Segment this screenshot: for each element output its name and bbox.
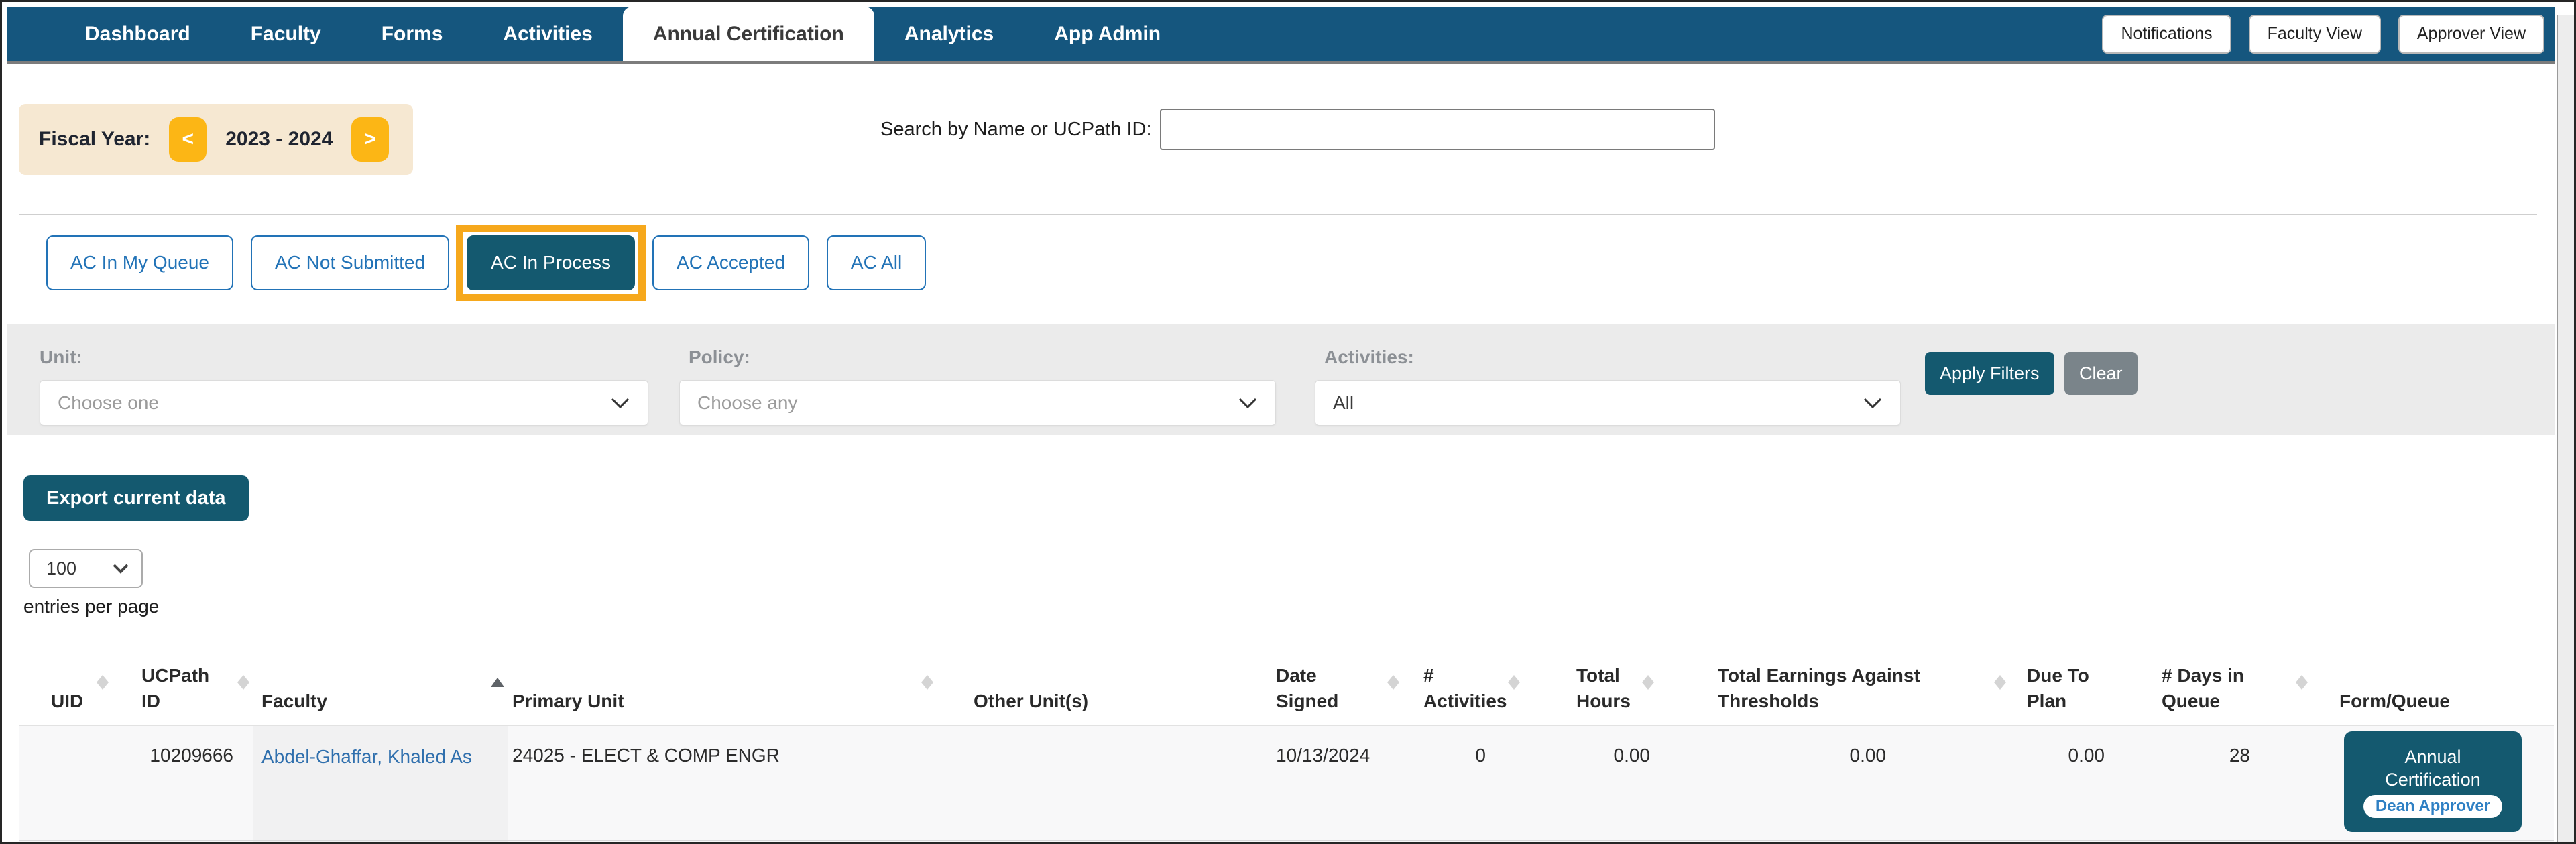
top-navigation: Dashboard Faculty Forms Activities Annua… [7,7,2555,64]
column-header-num-activities[interactable]: #Activities [1403,640,1524,725]
search-bar: Search by Name or UCPath ID: [880,109,1715,150]
search-input[interactable] [1160,109,1715,150]
unit-select-value: Choose one [58,392,159,414]
search-label: Search by Name or UCPath ID: [880,119,1152,141]
sort-both-icon[interactable] [921,675,933,690]
section-divider [19,214,2537,215]
cell-date-signed: 10/13/2024 [1249,726,1403,840]
column-header-ucpath-id[interactable]: UCPathID [113,640,253,725]
status-filter-tabs: AC In My Queue AC Not Submitted AC In Pr… [46,235,926,290]
cell-primary-unit: 24025 - ELECT & COMP ENGR [508,726,937,840]
sort-both-icon[interactable] [1508,675,1520,690]
column-header-days-in-queue[interactable]: # Days inQueue [2124,640,2312,725]
next-year-button[interactable]: > [351,117,389,162]
column-header-due-to-plan: Due ToPlan [2010,640,2124,725]
sort-both-icon[interactable] [237,675,249,690]
cell-due-to-plan: 0.00 [2010,726,2124,840]
policy-select[interactable]: Choose any [679,380,1276,426]
cell-total-hours: 0.00 [1524,726,1658,840]
cell-uid [19,726,113,840]
export-current-data-button[interactable]: Export current data [23,475,249,521]
nav-tab-analytics[interactable]: Analytics [874,7,1024,61]
column-header-uid[interactable]: UID [19,640,113,725]
column-header-primary-unit[interactable]: Primary Unit [508,640,937,725]
faculty-link[interactable]: Abdel-Ghaffar, Khaled As [261,746,472,767]
annual-certification-button[interactable]: Annual Certification Dean Approver [2344,731,2522,832]
sort-asc-icon[interactable] [491,678,504,687]
fiscal-year-label: Fiscal Year: [39,128,150,151]
column-header-form-queue: Form/Queue [2312,640,2554,725]
notifications-button[interactable]: Notifications [2102,15,2231,54]
unit-select[interactable]: Choose one [40,380,648,426]
chevron-down-icon [112,563,129,574]
next-row-peek [19,841,2554,844]
form-button-label: Annual Certification [2363,745,2504,791]
chevron-down-icon [1238,397,1258,409]
dean-approver-badge: Dean Approver [2363,795,2502,818]
cell-ucpath-id: 10209666 [113,726,253,840]
policy-label: Policy: [689,347,750,368]
tab-ac-accepted[interactable]: AC Accepted [652,235,809,290]
cell-days-in-queue: 28 [2124,726,2312,840]
sort-both-icon[interactable] [1994,675,2006,690]
previous-year-button[interactable]: < [169,117,207,162]
certification-table: UID UCPathID Faculty Primary Unit Other … [19,640,2554,844]
app-window: Dashboard Faculty Forms Activities Annua… [0,0,2576,844]
vertical-scrollbar[interactable] [2557,2,2574,842]
table-header-row: UID UCPathID Faculty Primary Unit Other … [19,640,2554,725]
nav-tab-forms[interactable]: Forms [351,7,473,61]
activities-select-value: All [1333,392,1354,414]
entries-per-page-label: entries per page [23,596,159,617]
fiscal-year-value: 2023 - 2024 [225,128,333,151]
topbar-actions: Notifications Faculty View Approver View [2102,15,2544,54]
policy-select-value: Choose any [697,392,797,414]
chevron-down-icon [1863,397,1883,409]
tab-ac-not-submitted[interactable]: AC Not Submitted [251,235,449,290]
activities-select[interactable]: All [1315,380,1901,426]
filter-panel: Unit: Choose one Policy: Choose any Acti… [7,324,2555,435]
cell-num-activities: 0 [1403,726,1524,840]
faculty-view-button[interactable]: Faculty View [2249,15,2381,54]
nav-tab-activities[interactable]: Activities [473,7,622,61]
fiscal-year-selector: Fiscal Year: < 2023 - 2024 > [19,104,413,175]
nav-tab-faculty[interactable]: Faculty [221,7,351,61]
unit-label: Unit: [40,347,82,368]
cell-total-earnings: 0.00 [1658,726,2010,840]
nav-tab-app-admin[interactable]: App Admin [1024,7,1191,61]
nav-tab-dashboard[interactable]: Dashboard [55,7,221,61]
column-header-total-earnings[interactable]: Total Earnings AgainstThresholds [1658,640,2010,725]
sort-both-icon[interactable] [97,675,109,690]
table-row: 10209666 Abdel-Ghaffar, Khaled As 24025 … [19,725,2554,841]
approver-view-button[interactable]: Approver View [2398,15,2544,54]
column-header-other-units: Other Unit(s) [937,640,1249,725]
apply-filters-button[interactable]: Apply Filters [1925,352,2054,395]
nav-tab-annual-certification[interactable]: Annual Certification [623,7,874,61]
page-size-select[interactable]: 100 [29,549,143,588]
page-size-value: 100 [46,558,76,579]
highlight-annotation-box: AC In Process [467,235,635,290]
cell-other-units [937,726,1249,840]
tab-ac-in-process[interactable]: AC In Process [467,235,635,290]
cell-form-queue: Annual Certification Dean Approver [2312,726,2554,840]
tab-ac-all[interactable]: AC All [827,235,926,290]
cell-faculty: Abdel-Ghaffar, Khaled As [253,726,508,840]
clear-filters-button[interactable]: Clear [2064,352,2138,395]
chevron-down-icon [610,397,630,409]
sort-both-icon[interactable] [1387,675,1399,690]
column-header-faculty[interactable]: Faculty [253,640,508,725]
sort-both-icon[interactable] [1642,675,1654,690]
tab-ac-in-my-queue[interactable]: AC In My Queue [46,235,233,290]
column-header-total-hours[interactable]: TotalHours [1524,640,1658,725]
activities-label: Activities: [1324,347,1414,368]
sort-both-icon[interactable] [2296,675,2308,690]
column-header-date-signed[interactable]: DateSigned [1249,640,1403,725]
